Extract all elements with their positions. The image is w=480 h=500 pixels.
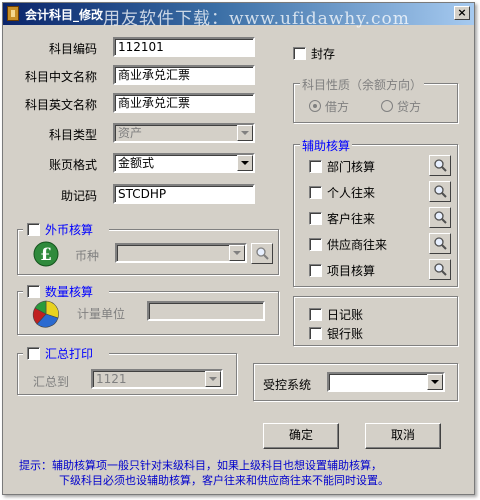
title-bar[interactable]: 会计科目_修改 用友软件下载：www.ufidawhy.com ×	[3, 3, 474, 29]
aux-supplier-checkbox[interactable]	[309, 238, 322, 251]
svg-text:£: £	[40, 245, 52, 265]
unit-label: 计量单位	[77, 307, 126, 321]
aux-project-search-button[interactable]	[429, 259, 451, 280]
unit-field[interactable]	[147, 301, 265, 321]
search-icon	[434, 263, 447, 276]
summary-checkbox[interactable]	[27, 347, 40, 360]
pie-chart-icon	[31, 299, 61, 329]
cn-name-label: 科目中文名称	[25, 70, 98, 84]
aux-customer-checkbox[interactable]	[309, 212, 322, 225]
currency-pound-icon: £	[33, 241, 59, 267]
en-name-label: 科目英文名称	[25, 98, 98, 112]
chevron-down-icon[interactable]	[237, 155, 253, 171]
sealed-checkbox[interactable]	[293, 47, 306, 60]
currency-search-button[interactable]	[251, 243, 273, 264]
aux-supplier-label: 供应商往来	[327, 238, 388, 252]
aux-dept-label: 部门核算	[327, 160, 376, 174]
type-select[interactable]: 资产	[113, 123, 255, 143]
chevron-down-icon[interactable]	[205, 371, 221, 387]
controlled-select[interactable]	[327, 372, 445, 392]
summary-to-value: 1121	[96, 372, 127, 386]
foreign-checkbox[interactable]	[27, 223, 40, 236]
summary-to-label: 汇总到	[33, 375, 70, 389]
search-icon	[434, 237, 447, 250]
mnemonic-label: 助记码	[61, 189, 98, 203]
mnemonic-field[interactable]: STCDHP	[113, 184, 255, 204]
bank-journal-checkbox[interactable]	[309, 327, 322, 340]
quantity-label: 数量核算	[45, 285, 94, 299]
sealed-label: 封存	[311, 47, 336, 61]
aux-project-label: 项目核算	[327, 264, 376, 278]
watermark-text: 用友软件下载：www.ufidawhy.com	[103, 9, 410, 29]
account-edit-dialog: 会计科目_修改 用友软件下载：www.ufidawhy.com × 科目编码 1…	[2, 2, 475, 495]
credit-label: 贷方	[397, 100, 422, 114]
aux-customer-label: 客户往来	[327, 212, 376, 226]
aux-project-checkbox[interactable]	[309, 264, 322, 277]
aux-person-label: 个人往来	[327, 186, 376, 200]
format-value: 金额式	[118, 156, 155, 170]
aux-legend: 辅助核算	[300, 137, 353, 154]
aux-dept-checkbox[interactable]	[309, 160, 322, 173]
summary-label: 汇总打印	[45, 347, 94, 361]
controlled-label: 受控系统	[263, 378, 312, 392]
aux-supplier-search-button[interactable]	[429, 233, 451, 254]
search-icon	[434, 185, 447, 198]
aux-customer-search-button[interactable]	[429, 207, 451, 228]
type-label: 科目类型	[49, 128, 98, 142]
debit-radio[interactable]	[309, 100, 321, 112]
summary-to-select[interactable]: 1121	[91, 369, 223, 389]
ok-button[interactable]: 确定	[263, 423, 339, 449]
search-icon	[434, 159, 447, 172]
hint-line-2: 下级科目必须也设辅助核算，客户往来和供应商往来不能同时设置。	[59, 474, 389, 487]
hint-line-1: 提示：辅助核算项一般只针对末级科目，如果上级科目也想设置辅助核算，	[19, 459, 382, 472]
currency-select[interactable]	[115, 243, 247, 263]
cn-name-field[interactable]: 商业承兑汇票	[113, 65, 255, 85]
search-icon	[434, 211, 447, 224]
window-title: 会计科目_修改	[25, 8, 104, 22]
nature-legend: 科目性质（余额方向）	[300, 76, 425, 93]
hint-text: 提示：辅助核算项一般只针对末级科目，如果上级科目也想设置辅助核算， 下级科目必须…	[19, 458, 459, 488]
currency-label: 币种	[75, 249, 100, 263]
quantity-checkbox[interactable]	[27, 285, 40, 298]
foreign-label: 外币核算	[45, 223, 94, 237]
aux-person-search-button[interactable]	[429, 181, 451, 202]
format-select[interactable]: 金额式	[113, 153, 255, 173]
close-button[interactable]: ×	[454, 6, 470, 20]
app-icon	[7, 6, 19, 21]
chevron-down-icon[interactable]	[229, 245, 245, 261]
chevron-down-icon[interactable]	[427, 374, 443, 390]
type-value: 资产	[118, 126, 143, 140]
credit-radio[interactable]	[381, 100, 393, 112]
debit-label: 借方	[325, 100, 350, 114]
code-label: 科目编码	[49, 42, 98, 56]
daily-journal-label: 日记账	[327, 308, 364, 322]
bank-journal-label: 银行账	[327, 327, 364, 341]
daily-journal-checkbox[interactable]	[309, 308, 322, 321]
aux-person-checkbox[interactable]	[309, 186, 322, 199]
cancel-button[interactable]: 取消	[365, 423, 441, 449]
aux-dept-search-button[interactable]	[429, 155, 451, 176]
code-field[interactable]: 112101	[113, 37, 255, 57]
en-name-field[interactable]: 商业承兑汇票	[113, 93, 255, 113]
search-icon	[256, 247, 269, 260]
format-label: 账页格式	[49, 158, 98, 172]
chevron-down-icon[interactable]	[237, 125, 253, 141]
